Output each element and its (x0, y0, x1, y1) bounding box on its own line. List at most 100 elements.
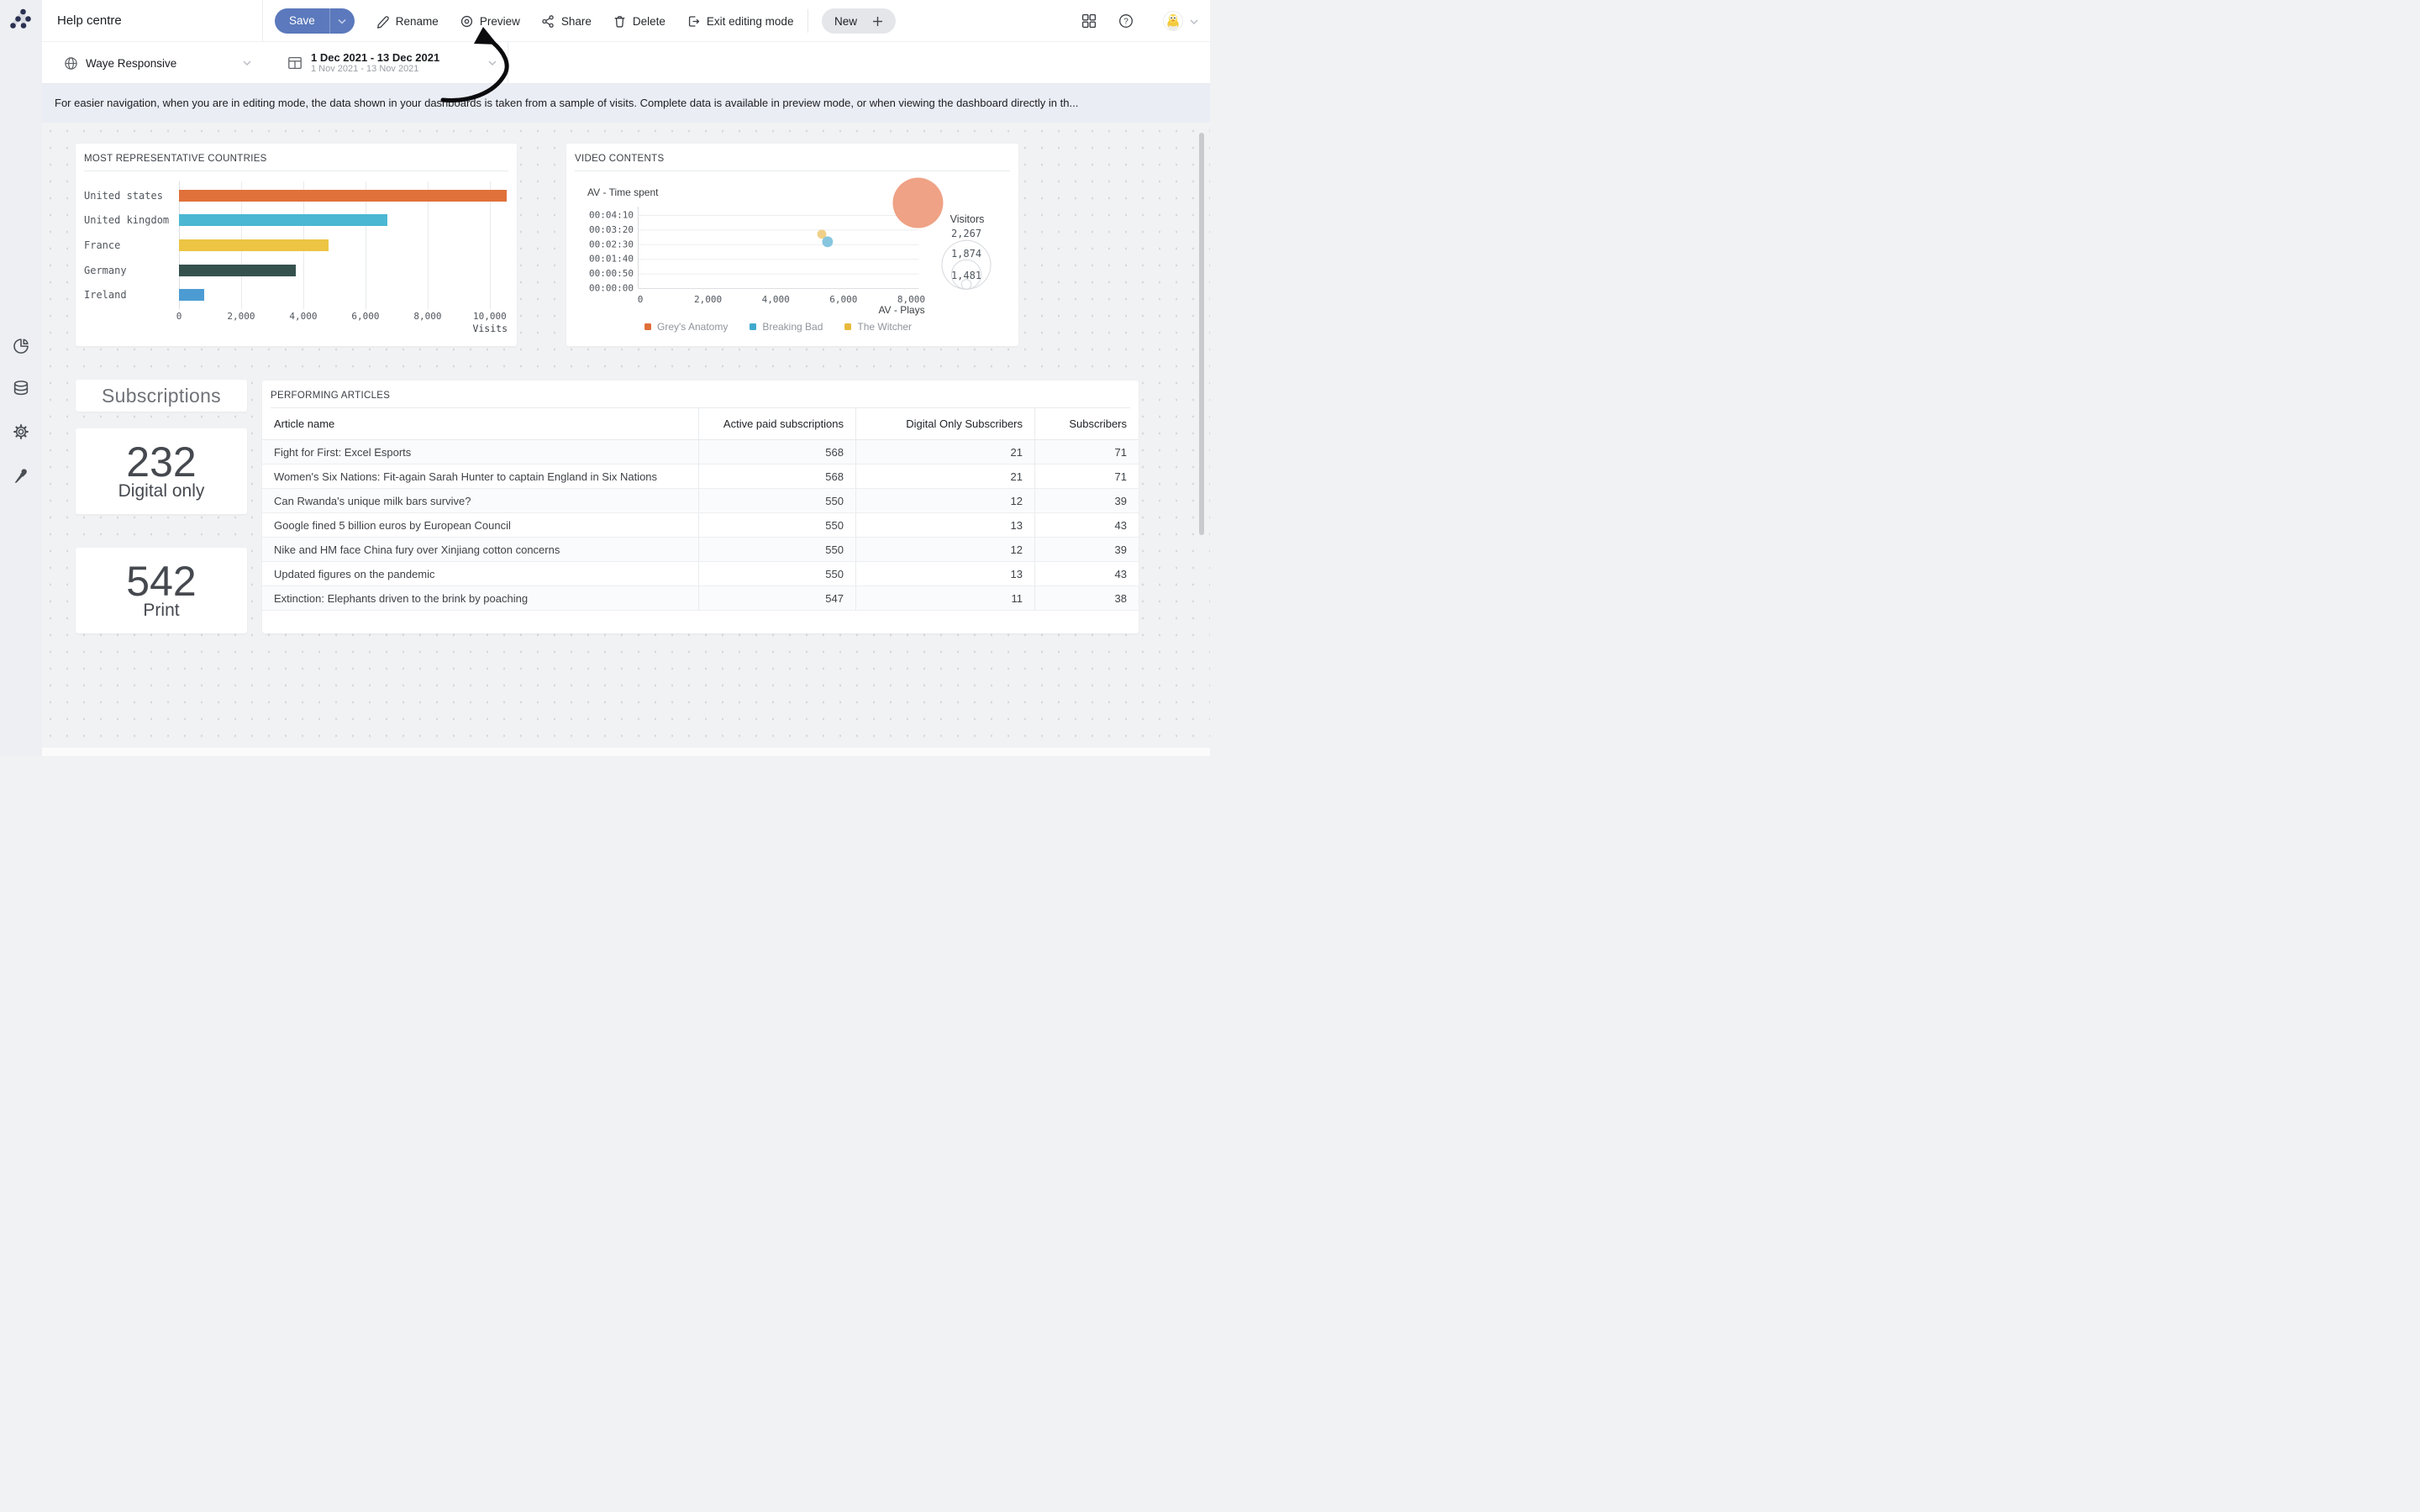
column-header-active-paid-subscriptions[interactable]: Active paid subscriptions (698, 408, 855, 439)
rename-button[interactable]: Rename (376, 14, 439, 29)
country-label: Germany (84, 265, 179, 276)
cell-subscribers: 39 (1034, 538, 1139, 561)
share-button[interactable]: Share (541, 14, 592, 29)
eyedropper-icon[interactable] (13, 467, 29, 484)
apps-grid-icon[interactable] (1081, 13, 1097, 29)
help-icon[interactable]: ? (1118, 13, 1134, 29)
size-legend-title: Visitors (950, 213, 985, 225)
x-tick-label: 4,000 (289, 311, 317, 322)
cell-active-paid-subscriptions: 547 (698, 586, 855, 610)
table-row[interactable]: Nike and HM face China fury over Xinjian… (262, 538, 1139, 562)
bubble-breaking-bad[interactable] (822, 236, 833, 247)
table-row[interactable]: Can Rwanda's unique milk bars survive?55… (262, 489, 1139, 513)
legend-label: Grey's Anatomy (657, 321, 728, 333)
bar-germany[interactable] (179, 265, 296, 276)
avatar-bird-image (1164, 12, 1182, 30)
column-header-digital-only-subscribers[interactable]: Digital Only Subscribers (855, 408, 1034, 439)
filter-bar: Waye Responsive 1 Dec 2021 - 13 Dec 2021… (42, 42, 1210, 84)
bar-track (179, 289, 508, 301)
x-tick-label: 0 (176, 311, 182, 322)
x-tick-label: 8,000 (897, 294, 925, 305)
rename-label: Rename (396, 15, 439, 28)
cell-digital-only-subscribers: 12 (855, 489, 1034, 512)
bar-ireland[interactable] (179, 289, 204, 301)
bar-united-kingdom[interactable] (179, 214, 387, 226)
save-button[interactable]: Save (275, 8, 355, 34)
x-tick-label: 6,000 (351, 311, 379, 322)
x-tick-label: 4,000 (762, 294, 790, 305)
cell-article-name[interactable]: Extinction: Elephants driven to the brin… (262, 586, 698, 610)
notice-text: For easier navigation, when you are in e… (55, 84, 1197, 123)
table-row[interactable]: Google fined 5 billion euros by European… (262, 513, 1139, 538)
cell-article-name[interactable]: Women's Six Nations: Fit-again Sarah Hun… (262, 465, 698, 488)
preview-button[interactable]: Preview (460, 14, 520, 29)
exit-editing-label: Exit editing mode (707, 15, 794, 28)
table-row[interactable]: Extinction: Elephants driven to the brin… (262, 586, 1139, 611)
legend-item-breaking-bad[interactable]: Breaking Bad (750, 321, 823, 333)
new-dashboard-button[interactable]: New (822, 8, 896, 34)
column-header-subscribers[interactable]: Subscribers (1034, 408, 1139, 439)
save-dropdown-toggle[interactable] (329, 8, 355, 34)
brand-logo-icon[interactable] (10, 8, 34, 30)
site-selector[interactable]: Waye Responsive (64, 42, 176, 84)
vertical-scrollbar[interactable] (1199, 133, 1204, 535)
preview-label: Preview (480, 15, 520, 28)
gear-icon[interactable] (13, 423, 29, 440)
date-chevron-down-icon[interactable] (488, 60, 497, 66)
legend-swatch (644, 323, 651, 330)
table-row[interactable]: Fight for First: Excel Esports5682171 (262, 440, 1139, 465)
top-bar: Help centre Save Rename Preview (42, 0, 1210, 42)
cell-active-paid-subscriptions: 550 (698, 538, 855, 561)
save-button-label[interactable]: Save (275, 8, 329, 34)
date-range-selector[interactable]: 1 Dec 2021 - 13 Dec 2021 1 Nov 2021 - 13… (287, 42, 439, 84)
kpi-digital-only: 232 Digital only (76, 428, 247, 514)
kpi-value: 232 (126, 441, 196, 483)
size-legend-value: 1,874 (951, 248, 981, 260)
cell-digital-only-subscribers: 21 (855, 465, 1034, 488)
user-avatar[interactable] (1163, 11, 1183, 31)
cell-article-name[interactable]: Fight for First: Excel Esports (262, 440, 698, 464)
y-tick-label: 00:04:10 (589, 210, 634, 221)
cell-article-name[interactable]: Google fined 5 billion euros by European… (262, 513, 698, 537)
legend-swatch (750, 323, 756, 330)
bubble-chart-legend: Grey's Anatomy Breaking Bad The Witcher (644, 321, 912, 333)
cell-article-name[interactable]: Updated figures on the pandemic (262, 562, 698, 585)
bubble-grey-s-anatomy[interactable] (892, 178, 943, 228)
cell-article-name[interactable]: Nike and HM face China fury over Xinjian… (262, 538, 698, 561)
preview-eye-icon (460, 14, 474, 29)
bubble-chart: 00:00:0000:00:5000:01:4000:02:3000:03:20… (566, 144, 1018, 346)
page-title: Help centre (57, 0, 122, 42)
site-name: Waye Responsive (86, 57, 176, 70)
trash-icon (613, 14, 627, 29)
x-tick-label: 6,000 (829, 294, 857, 305)
widget-most-representative-countries: MOST REPRESENTATIVE COUNTRIES United sta… (76, 144, 517, 346)
delete-button[interactable]: Delete (613, 14, 666, 29)
table-row[interactable]: Updated figures on the pandemic5501343 (262, 562, 1139, 586)
cell-subscribers: 38 (1034, 586, 1139, 610)
bar-france[interactable] (179, 239, 329, 251)
cell-digital-only-subscribers: 21 (855, 440, 1034, 464)
size-legend-value: 1,481 (951, 270, 981, 281)
column-header-article-name[interactable]: Article name (262, 408, 698, 439)
exit-editing-button[interactable]: Exit editing mode (687, 14, 794, 29)
bar-row: United states (84, 183, 508, 208)
y-tick-label: 00:01:40 (589, 254, 634, 265)
account-chevron-down-icon[interactable] (1190, 18, 1198, 25)
legend-label: The Witcher (857, 321, 912, 333)
widget-title: MOST REPRESENTATIVE COUNTRIES (84, 144, 508, 171)
exit-icon (687, 14, 701, 29)
cell-digital-only-subscribers: 12 (855, 538, 1034, 561)
table-row[interactable]: Women's Six Nations: Fit-again Sarah Hun… (262, 465, 1139, 489)
database-icon[interactable] (13, 380, 29, 396)
y-axis-title: AV - Time spent (587, 186, 659, 198)
cell-article-name[interactable]: Can Rwanda's unique milk bars survive? (262, 489, 698, 512)
compare-date-range: 1 Nov 2021 - 13 Nov 2021 (311, 64, 439, 75)
site-chevron-down-icon[interactable] (243, 60, 251, 66)
legend-item-the-witcher[interactable]: The Witcher (844, 321, 912, 333)
pie-chart-icon[interactable] (13, 338, 29, 354)
y-tick-label: 00:03:20 (589, 224, 634, 235)
bar-united-states[interactable] (179, 190, 507, 202)
cell-active-paid-subscriptions: 550 (698, 562, 855, 585)
y-tick-label: 00:00:50 (589, 268, 634, 279)
legend-item-grey-s-anatomy[interactable]: Grey's Anatomy (644, 321, 728, 333)
